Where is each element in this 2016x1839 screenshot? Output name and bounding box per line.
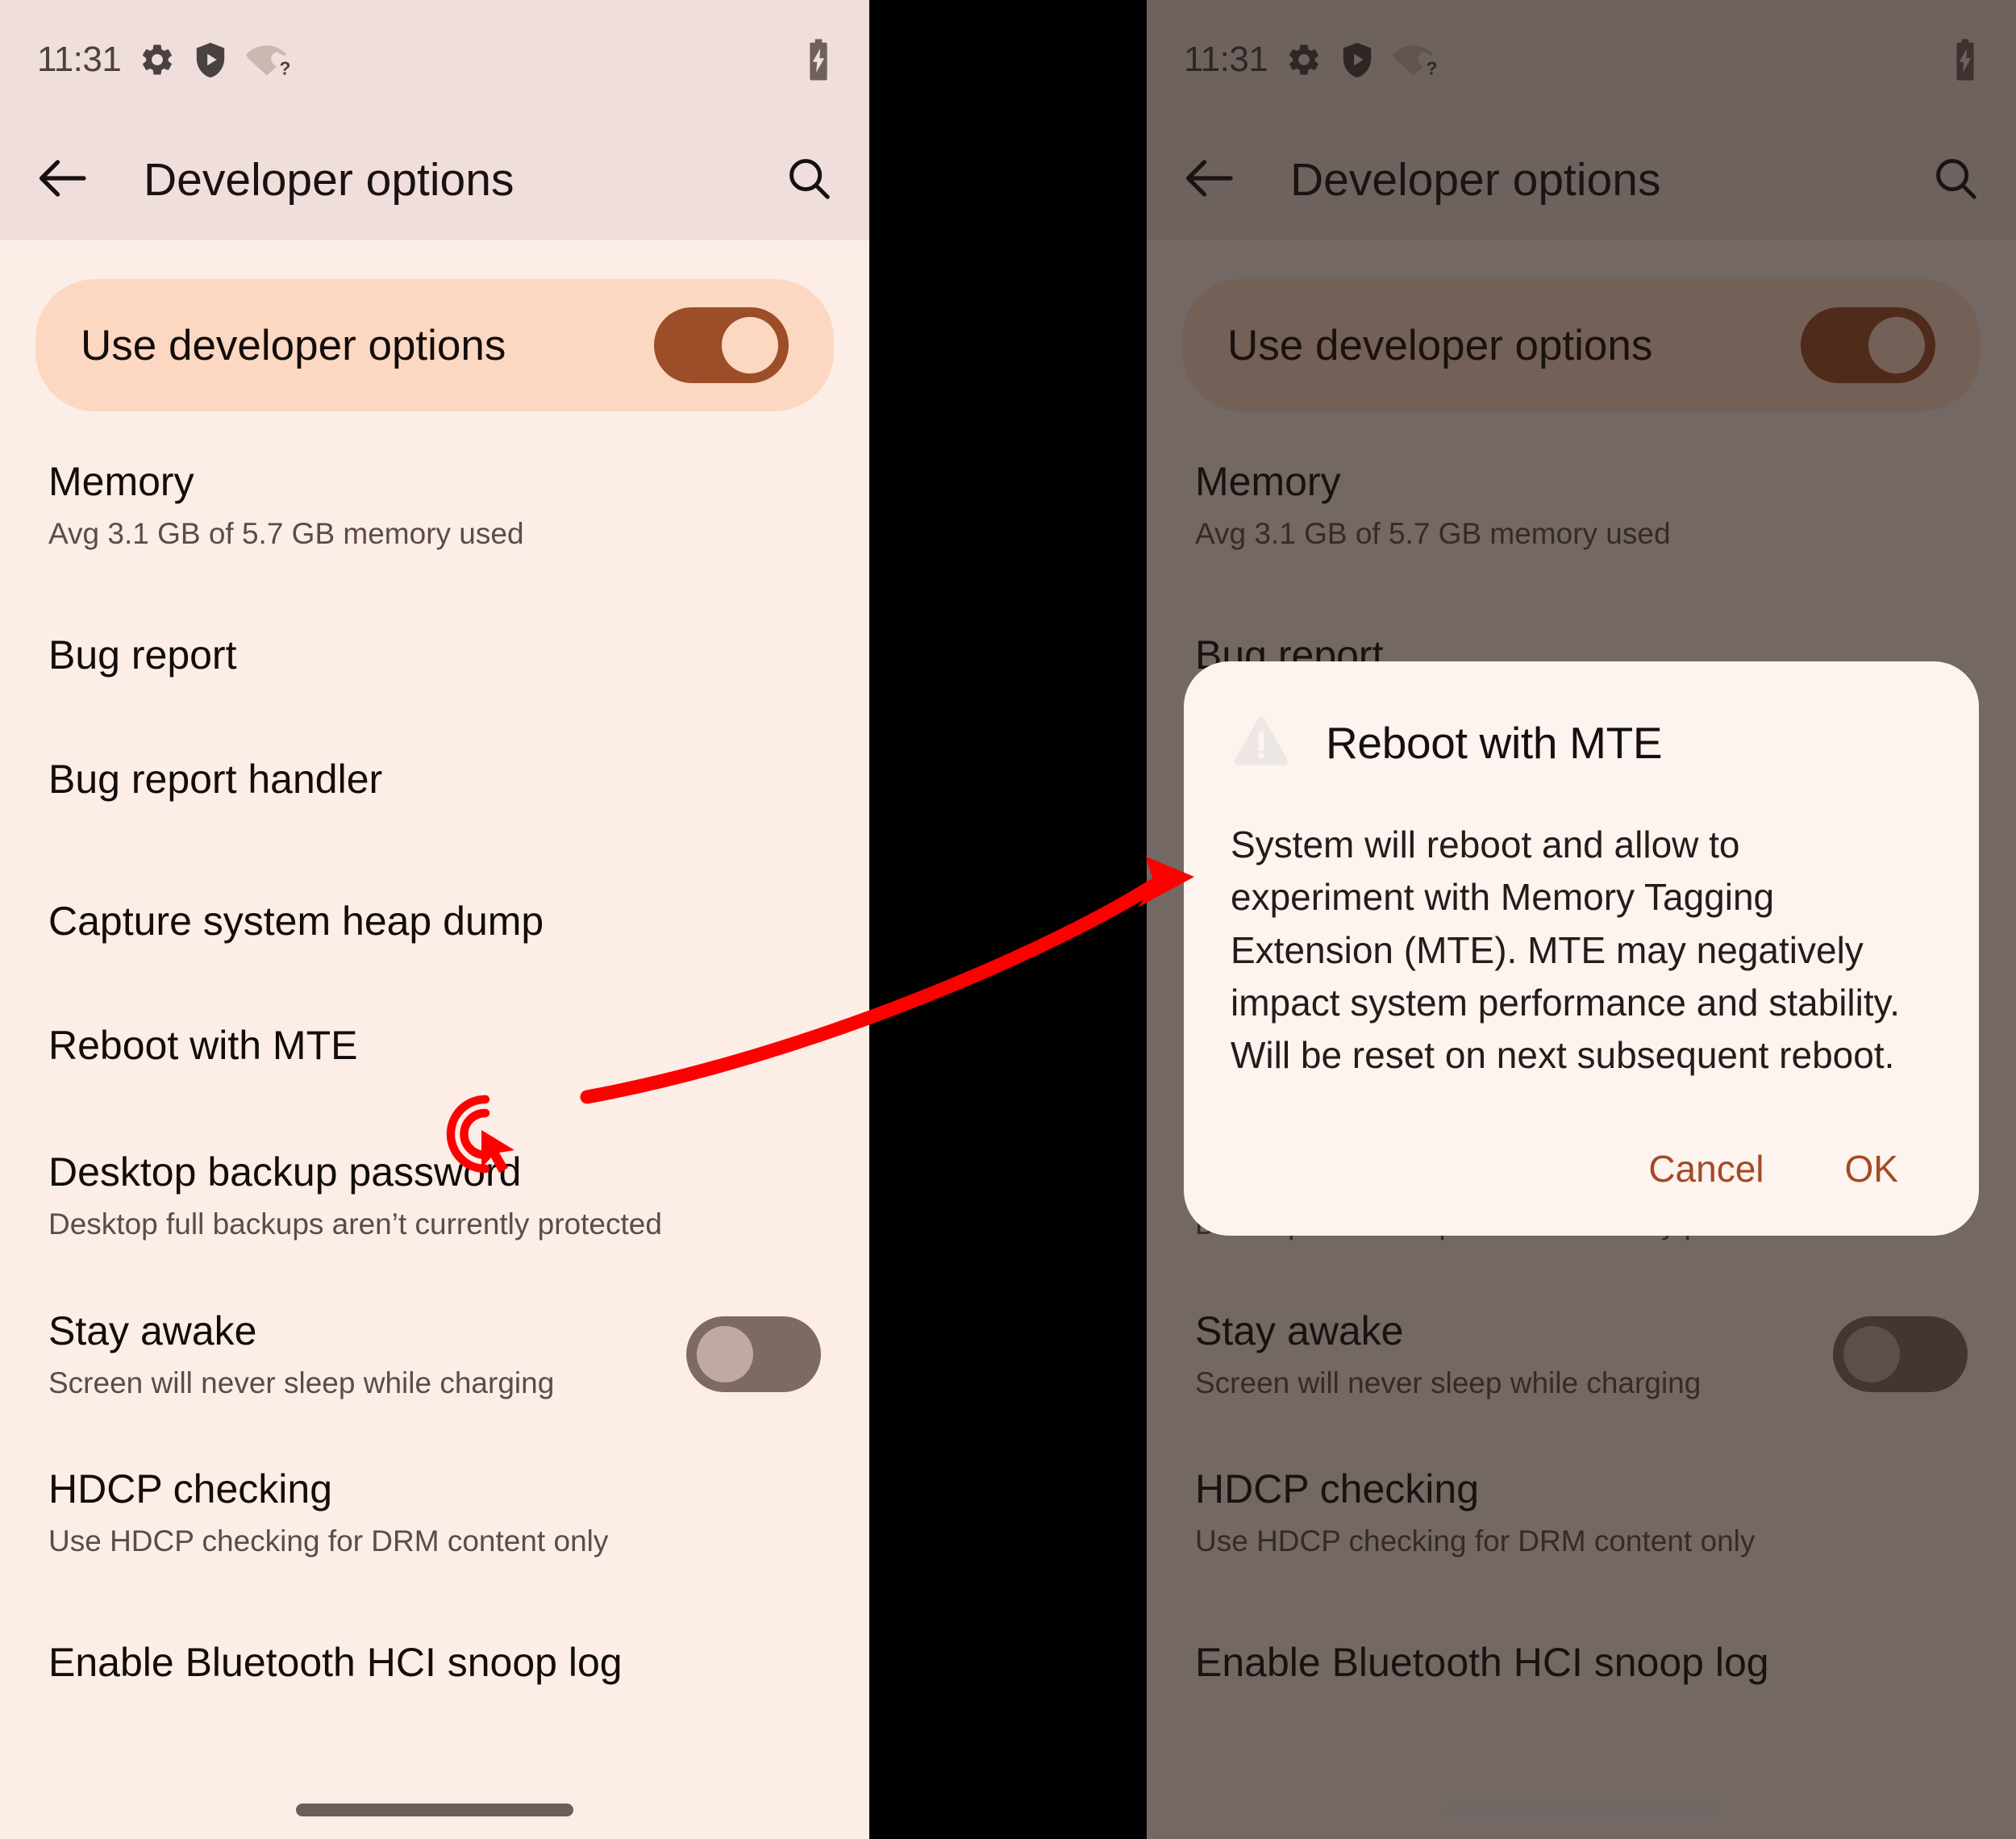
list-item-reboot-with-mte[interactable]: Reboot with MTE	[0, 1007, 869, 1084]
list-item-memory[interactable]: Memory Avg 3.1 GB of 5.7 GB memory used	[1147, 458, 2016, 552]
wifi-question-icon: ?	[1392, 41, 1439, 78]
list-item-title: Desktop backup password	[48, 1149, 522, 1195]
list-item-title: Enable Bluetooth HCI snoop log	[48, 1640, 623, 1686]
settings-list: Memory Avg 3.1 GB of 5.7 GB memory used …	[0, 458, 869, 1702]
battery-charging-icon	[805, 39, 832, 81]
master-switch-toggle[interactable]	[1801, 307, 1935, 383]
page-title: Developer options	[1290, 154, 1661, 206]
list-item-hdcp-checking[interactable]: HDCP checking Use HDCP checking for DRM …	[1147, 1466, 2016, 1559]
list-item-subtitle: Screen will never sleep while charging	[1195, 1366, 1702, 1399]
switch-thumb	[1843, 1325, 1900, 1382]
status-bar: 11:31 ?	[0, 0, 869, 119]
app-bar: Developer options	[1147, 119, 2016, 240]
list-item-title: Bug report	[48, 632, 237, 678]
list-item-title: Stay awake	[1195, 1307, 1404, 1353]
status-bar-right	[1951, 39, 1979, 81]
status-bar-left: 11:31 ?	[37, 40, 292, 79]
stay-awake-toggle[interactable]	[686, 1316, 821, 1392]
switch-thumb	[1868, 317, 1925, 373]
list-item-title: Reboot with MTE	[48, 1022, 358, 1068]
list-item-subtitle: Use HDCP checking for DRM content only	[48, 1524, 609, 1558]
switch-thumb	[697, 1325, 753, 1382]
master-switch-row[interactable]: Use developer options	[35, 279, 834, 411]
dialog-actions: Cancel OK	[1231, 1129, 1932, 1208]
developer-options-screen: 11:31 ? Developer options Use developer …	[0, 0, 869, 1839]
master-switch-label: Use developer options	[81, 321, 506, 369]
list-item-stay-awake[interactable]: Stay awake Screen will never sleep while…	[0, 1307, 869, 1401]
list-item-title: HDCP checking	[48, 1466, 333, 1512]
ok-button[interactable]: OK	[1818, 1129, 1926, 1208]
shield-play-icon	[1340, 41, 1374, 78]
back-arrow-icon	[35, 155, 92, 206]
search-button[interactable]	[1931, 153, 1981, 207]
reboot-with-mte-dialog: Reboot with MTE System will reboot and a…	[1184, 661, 1979, 1236]
battery-charging-icon	[1951, 39, 1979, 81]
stay-awake-toggle[interactable]	[1833, 1316, 1968, 1392]
status-bar: 11:31 ?	[1147, 0, 2016, 119]
page-title: Developer options	[144, 154, 514, 206]
list-item-enable-bluetooth-hci-snoop-log[interactable]: Enable Bluetooth HCI snoop log	[1147, 1624, 2016, 1702]
list-item-capture-system-heap-dump[interactable]: Capture system heap dump	[0, 882, 869, 960]
home-indicator[interactable]	[1443, 1804, 1720, 1816]
screenshot-stage: 11:31 ? Developer options Use developer …	[0, 0, 2016, 1839]
home-indicator[interactable]	[296, 1804, 573, 1816]
list-item-subtitle: Desktop full backups aren’t currently pr…	[48, 1207, 662, 1241]
search-icon	[784, 153, 834, 207]
list-item-bug-report[interactable]: Bug report	[0, 616, 869, 694]
list-item-stay-awake[interactable]: Stay awake Screen will never sleep while…	[1147, 1307, 2016, 1401]
list-item-title: Enable Bluetooth HCI snoop log	[1195, 1640, 1769, 1686]
status-bar-clock: 11:31	[37, 40, 122, 79]
search-button[interactable]	[784, 153, 834, 207]
list-item-subtitle: Screen will never sleep while charging	[48, 1366, 555, 1399]
gear-icon	[1285, 41, 1322, 78]
phone-screen-after: 11:31 ? Developer options Use developer …	[1147, 0, 2016, 1839]
list-item-memory[interactable]: Memory Avg 3.1 GB of 5.7 GB memory used	[0, 458, 869, 552]
list-item-title: Memory	[48, 459, 194, 504]
status-bar-left: 11:31 ?	[1184, 40, 1439, 79]
master-switch-row[interactable]: Use developer options	[1182, 279, 1981, 411]
cancel-button[interactable]: Cancel	[1621, 1129, 1791, 1208]
list-item-enable-bluetooth-hci-snoop-log[interactable]: Enable Bluetooth HCI snoop log	[0, 1624, 869, 1702]
list-item-title: Bug report handler	[48, 756, 383, 802]
status-bar-right	[805, 39, 832, 81]
svg-text:?: ?	[280, 58, 291, 78]
app-bar: Developer options	[0, 119, 869, 240]
list-item-subtitle: Avg 3.1 GB of 5.7 GB memory used	[1195, 517, 1671, 550]
status-bar-clock: 11:31	[1184, 40, 1268, 79]
back-button[interactable]	[1182, 155, 1260, 206]
list-item-title: Capture system heap dump	[48, 898, 544, 944]
gear-icon	[139, 41, 176, 78]
list-item-subtitle: Use HDCP checking for DRM content only	[1195, 1524, 1756, 1558]
list-item-subtitle: Avg 3.1 GB of 5.7 GB memory used	[48, 517, 524, 550]
back-arrow-icon	[1182, 155, 1239, 206]
dialog-body-text: System will reboot and allow to experime…	[1231, 824, 1901, 1077]
master-switch-toggle[interactable]	[654, 307, 789, 383]
search-icon	[1931, 153, 1981, 207]
master-switch-label: Use developer options	[1227, 321, 1653, 369]
warning-triangle-icon	[1231, 711, 1292, 774]
dialog-header: Reboot with MTE	[1231, 711, 1932, 774]
list-item-title: HDCP checking	[1195, 1466, 1480, 1512]
list-item-title: Stay awake	[48, 1307, 257, 1353]
settings-content: Use developer options Memory Avg 3.1 GB …	[0, 279, 869, 1839]
list-item-title: Memory	[1195, 459, 1341, 504]
switch-thumb	[722, 317, 778, 373]
wifi-question-icon: ?	[245, 41, 292, 78]
list-item-desktop-backup-password[interactable]: Desktop backup password Desktop full bac…	[0, 1149, 869, 1242]
list-item-bug-report-handler[interactable]: Bug report handler	[0, 740, 869, 818]
shield-play-icon	[194, 41, 227, 78]
list-item-hdcp-checking[interactable]: HDCP checking Use HDCP checking for DRM …	[0, 1466, 869, 1559]
svg-text:?: ?	[1427, 58, 1438, 78]
back-button[interactable]	[35, 155, 113, 206]
dialog-title: Reboot with MTE	[1326, 717, 1663, 768]
developer-options-screen-dialog: 11:31 ? Developer options Use developer …	[1147, 0, 2016, 1839]
phone-screen-before: 11:31 ? Developer options Use developer …	[0, 0, 869, 1839]
